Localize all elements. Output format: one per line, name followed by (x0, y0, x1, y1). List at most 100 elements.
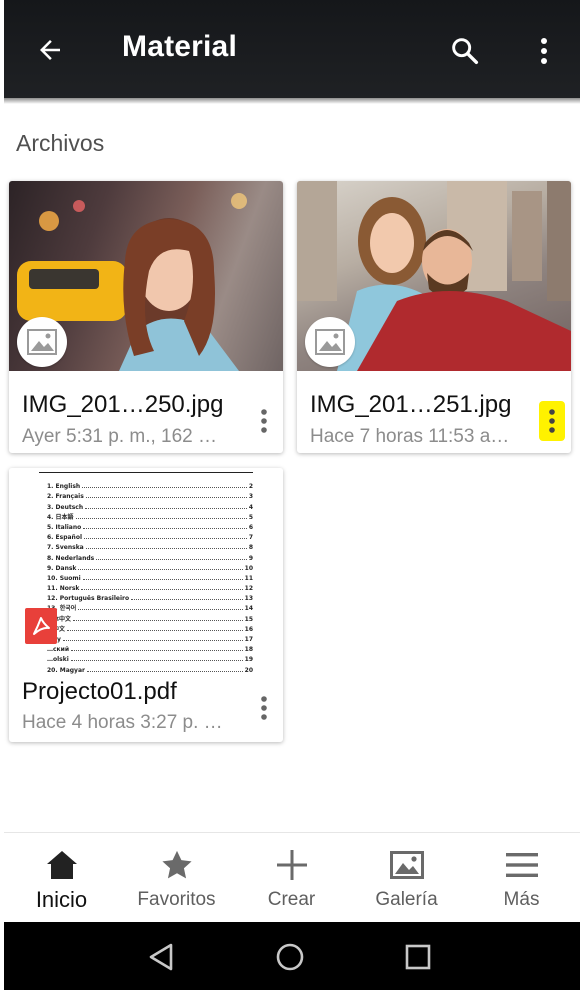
image-type-badge (17, 317, 67, 367)
toc-leader (73, 619, 243, 621)
star-icon (161, 850, 192, 879)
toc-leader (75, 517, 247, 519)
toc-leader (81, 589, 243, 591)
nav-item-mas[interactable]: Más (464, 833, 579, 923)
more-vert-icon (261, 696, 267, 720)
toc-leader (96, 558, 247, 560)
toc-row: …ский 18 (47, 643, 253, 653)
toc-label: …olski (47, 656, 69, 664)
toc-row: 20. Magyar 20 (47, 663, 253, 674)
image-icon (315, 329, 345, 355)
file-meta: Hace 7 horas 11:53 a… (310, 426, 510, 447)
toc-leader (71, 650, 243, 652)
pdf-icon (33, 617, 50, 635)
toc-page: 8 (248, 544, 253, 552)
toc-page: 18 (244, 646, 253, 654)
toc-label: …ский (47, 646, 70, 654)
toc-page: 7 (248, 534, 253, 542)
nav-item-favoritos[interactable]: Favoritos (119, 833, 234, 923)
square-recents-icon (405, 944, 431, 970)
toc-page: 2 (248, 483, 253, 491)
section-title: Archivos (16, 130, 105, 156)
toc-row: 8. Nederlands 9 (47, 551, 253, 562)
toc-row: 繁中文16 (47, 623, 253, 633)
toc-label: 2. Français (47, 493, 84, 501)
toc-label: 20. Magyar (47, 666, 85, 674)
toc-row: 2. Français 3 (47, 490, 253, 500)
file-more-button[interactable] (251, 401, 277, 441)
toc-leader (82, 578, 243, 580)
toc-page: 3 (248, 493, 253, 501)
more-vert-icon (261, 409, 267, 433)
toc-page: 16 (244, 625, 253, 633)
nav-item-crear[interactable]: Crear (234, 833, 349, 923)
toc-page: 20 (244, 666, 253, 674)
file-more-button[interactable] (251, 688, 277, 728)
nav-label: Más (503, 889, 540, 910)
toc-leader (83, 527, 247, 529)
toc-page: 15 (244, 615, 253, 623)
toc-leader (84, 538, 247, 540)
toc-page: 11 (244, 574, 253, 582)
toc-label: 10. Suomi (47, 574, 81, 582)
overflow-menu-button[interactable] (524, 28, 564, 74)
toc-label: 4. 日本語 (47, 513, 74, 521)
nav-label: Inicio (35, 887, 88, 912)
toc-leader (131, 599, 243, 601)
toc-row: 6. Español 7 (47, 531, 253, 541)
toc-label: 7. Svenska (47, 544, 84, 552)
file-card[interactable]: IMG_201…250.jpg Ayer 5:31 p. m., 162 … (9, 181, 283, 453)
file-name: Projecto01.pdf (22, 678, 177, 705)
bottom-navigation: Inicio Favoritos Crear Galería Más (4, 832, 580, 923)
toc-page: 6 (248, 523, 253, 531)
system-recents-button[interactable] (395, 934, 441, 980)
toc-row: 9. Dansk 10 (47, 562, 253, 572)
toc-row: 1. English 2 (47, 480, 253, 490)
toc-row: 3. Deutsch 4 (47, 500, 253, 511)
nav-item-galeria[interactable]: Galería (349, 833, 464, 923)
triangle-back-icon (149, 943, 173, 971)
search-button[interactable] (442, 28, 488, 74)
toc-page: 12 (244, 585, 253, 593)
file-name: IMG_201…251.jpg (310, 391, 512, 418)
toc-label: 12. Português Brasileiro (47, 595, 130, 603)
toc-row: 简体中文 15 (47, 612, 253, 623)
toc-label: 8. Nederlands (47, 554, 95, 562)
system-home-button[interactable] (267, 934, 313, 980)
toc-page: 9 (248, 554, 253, 562)
toc-row: 13. 한국어 14 (47, 602, 253, 612)
toc-row: 12. Português Brasileiro 13 (47, 592, 253, 602)
home-icon (46, 851, 77, 879)
image-type-badge (305, 317, 355, 367)
menu-icon (505, 853, 538, 877)
toc-leader (78, 568, 243, 570)
app-bar: Material (4, 0, 580, 98)
toc-leader (78, 609, 243, 611)
toc-label: 3. Deutsch (47, 503, 84, 511)
file-card[interactable]: 1. English 2 2. Français 3 3. Deutsch 4 4. 日本語… (9, 468, 283, 742)
circle-home-icon (276, 943, 304, 971)
toc-label: 6. Español (47, 534, 83, 542)
more-vert-icon (549, 409, 555, 433)
toc-row: 10. Suomi 11 (47, 572, 253, 582)
toc-page: 13 (244, 595, 253, 603)
pdf-type-badge (25, 608, 57, 644)
plus-icon (276, 850, 307, 880)
toc-leader (70, 660, 243, 662)
toc-leader (86, 670, 243, 672)
file-meta: Hace 4 horas 3:27 p. … (22, 712, 223, 733)
file-card[interactable]: IMG_201…251.jpg Hace 7 horas 11:53 a… (297, 181, 571, 453)
file-name: IMG_201…250.jpg (22, 391, 224, 418)
page-title: Material (122, 30, 237, 63)
nav-item-inicio[interactable]: Inicio (4, 833, 119, 923)
toc-label: 5. Italiano (47, 523, 82, 531)
back-button[interactable] (28, 28, 72, 72)
file-more-button[interactable] (539, 401, 565, 441)
file-meta: Ayer 5:31 p. m., 162 … (22, 426, 218, 447)
toc-page: 17 (244, 636, 253, 643)
toc-leader (85, 497, 247, 499)
system-back-button[interactable] (138, 934, 184, 980)
toc-label: 9. Dansk (47, 564, 77, 572)
file-thumbnail (297, 181, 571, 371)
gallery-icon (389, 851, 424, 879)
